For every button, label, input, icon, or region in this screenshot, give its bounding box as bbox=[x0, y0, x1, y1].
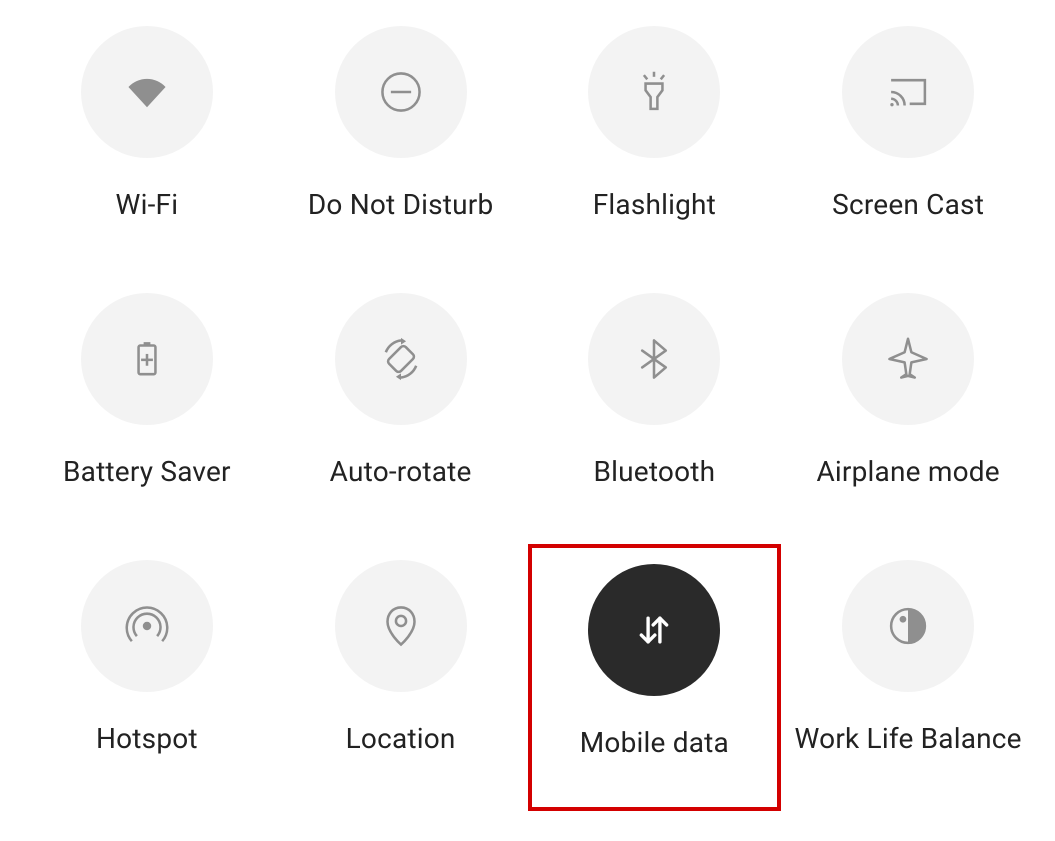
tile-flashlight[interactable]: Flashlight bbox=[528, 10, 782, 277]
hotspot-icon bbox=[81, 560, 213, 692]
work-life-balance-icon bbox=[842, 560, 974, 692]
tile-wlb[interactable]: Work Life Balance bbox=[781, 544, 1035, 811]
tile-label: Flashlight bbox=[593, 188, 716, 221]
tile-autorotate[interactable]: Auto-rotate bbox=[274, 277, 528, 544]
tile-hotspot[interactable]: Hotspot bbox=[20, 544, 274, 811]
bluetooth-icon bbox=[588, 293, 720, 425]
tile-batterysaver[interactable]: Battery Saver bbox=[20, 277, 274, 544]
tile-label: Work Life Balance bbox=[795, 722, 1022, 755]
location-icon bbox=[335, 560, 467, 692]
dnd-icon bbox=[335, 26, 467, 158]
tile-airplane[interactable]: Airplane mode bbox=[781, 277, 1035, 544]
tile-location[interactable]: Location bbox=[274, 544, 528, 811]
tile-label: Location bbox=[346, 722, 456, 755]
tile-label: Hotspot bbox=[96, 722, 198, 755]
tile-label: Battery Saver bbox=[63, 455, 231, 488]
tile-wifi[interactable]: Wi-Fi bbox=[20, 10, 274, 277]
tile-label: Bluetooth bbox=[594, 455, 716, 488]
battery-saver-icon bbox=[81, 293, 213, 425]
flashlight-icon bbox=[588, 26, 720, 158]
auto-rotate-icon bbox=[335, 293, 467, 425]
tile-label: Screen Cast bbox=[832, 188, 984, 221]
tile-dnd[interactable]: Do Not Disturb bbox=[274, 10, 528, 277]
tile-screencast[interactable]: Screen Cast bbox=[781, 10, 1035, 277]
tile-bluetooth[interactable]: Bluetooth bbox=[528, 277, 782, 544]
wifi-icon bbox=[81, 26, 213, 158]
cast-icon bbox=[842, 26, 974, 158]
tile-label: Auto-rotate bbox=[330, 455, 472, 488]
tile-mobiledata[interactable]: Mobile data bbox=[528, 544, 782, 811]
tile-label: Do Not Disturb bbox=[308, 188, 494, 221]
tile-label: Mobile data bbox=[580, 726, 729, 759]
quick-settings-grid: Wi-Fi Do Not Disturb bbox=[0, 0, 1055, 841]
tile-label: Wi-Fi bbox=[116, 188, 179, 221]
tile-label: Airplane mode bbox=[816, 455, 999, 488]
mobile-data-icon bbox=[588, 564, 720, 696]
airplane-icon bbox=[842, 293, 974, 425]
